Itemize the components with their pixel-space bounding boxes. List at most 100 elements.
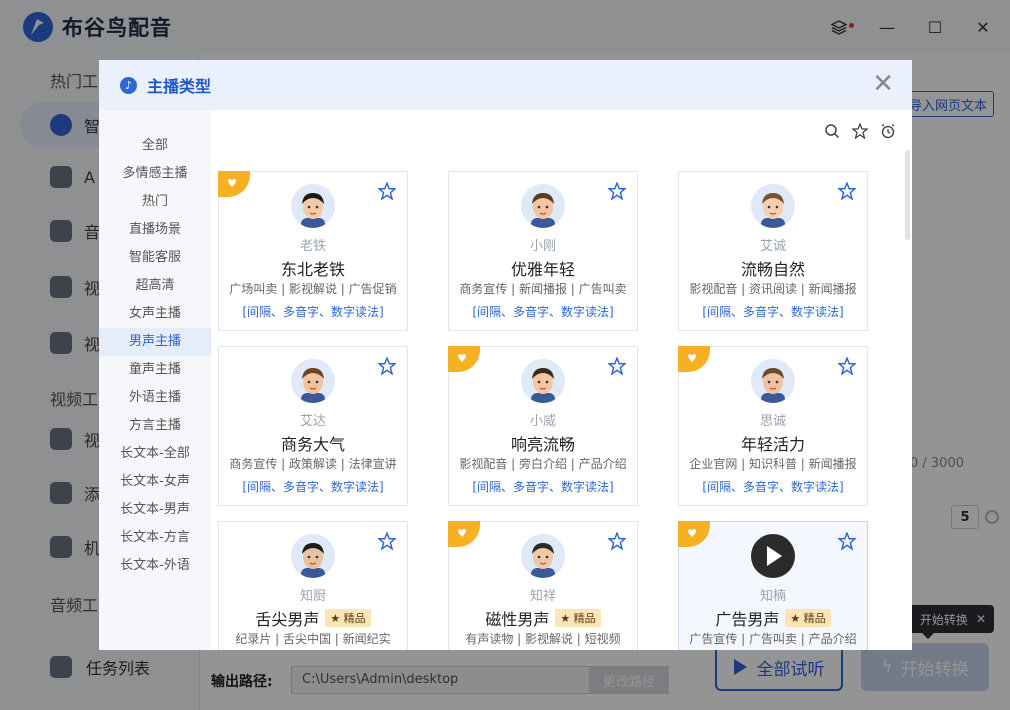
anchor-card[interactable]: ♥ 小威响亮流畅影视配音 | 旁白介绍 | 产品介绍 [间隔、多音字、数字读法] xyxy=(448,346,638,506)
anchor-nickname: 老铁 xyxy=(299,239,326,254)
anchor-tags: 商务宣传 | 政策解读 | 法律宣讲 xyxy=(229,457,397,471)
anchor-card[interactable]: ♥ 老铁东北老铁广场叫卖 | 影视解说 | 广告促销 [间隔、多音字、数字读法] xyxy=(218,171,408,331)
anchor-name-row: 商务大气 xyxy=(219,431,407,455)
favorite-star-icon[interactable] xyxy=(838,532,856,550)
anchor-name: 东北老铁 xyxy=(280,260,345,279)
category-item[interactable]: 长文本-外语 xyxy=(99,552,211,580)
favorite-star-icon[interactable] xyxy=(838,357,856,375)
vip-heart-icon: ♥ xyxy=(678,346,710,372)
vip-heart-icon: ♥ xyxy=(678,521,710,547)
anchor-tags: 企业官网 | 知识科普 | 新闻播报 xyxy=(689,457,857,471)
modal-close-button[interactable]: ✕ xyxy=(872,71,894,97)
search-icon[interactable] xyxy=(824,123,840,139)
modal-header: ♪ 主播类型 ✕ xyxy=(99,60,912,110)
anchor-name-row: 响亮流畅 xyxy=(449,431,637,455)
category-item[interactable]: 童声主播 xyxy=(99,356,211,384)
anchor-tags: 商务宣传 | 新闻播报 | 广告叫卖 xyxy=(459,282,627,296)
modal-title: 主播类型 xyxy=(147,77,212,96)
avatar-playing-icon[interactable] xyxy=(751,534,795,578)
anchor-card[interactable]: ♥知祥磁性男声★ 精品有声读物 | 影视解说 | 短视频[间隔、多音字、数字读法… xyxy=(448,521,638,650)
category-item[interactable]: 长文本-女声 xyxy=(99,468,211,496)
favorite-star-icon[interactable] xyxy=(378,182,396,200)
anchor-name: 商务大气 xyxy=(280,435,345,454)
star-icon[interactable] xyxy=(852,123,868,139)
anchor-tags: 影视配音 | 资讯阅读 | 新闻播报 xyxy=(689,282,857,296)
anchor-nickname: 艾诚 xyxy=(759,239,786,254)
favorite-star-icon[interactable] xyxy=(608,357,626,375)
anchor-nickname: 小威 xyxy=(529,414,556,429)
avatar xyxy=(291,184,335,228)
anchor-type-modal: ♪ 主播类型 ✕ 全部 多情感主播 热门 直播场景 智能客服 超高清 女声主播 … xyxy=(99,60,912,650)
toolbar xyxy=(824,123,896,139)
anchor-nickname: 知祥 xyxy=(529,589,556,604)
category-item[interactable]: 外语主播 xyxy=(99,384,211,412)
anchor-name: 广告男声 xyxy=(715,610,780,629)
vip-heart-icon: ♥ xyxy=(448,346,480,372)
vip-heart-icon: ♥ xyxy=(218,171,250,197)
favorite-star-icon[interactable] xyxy=(378,532,396,550)
anchor-nickname: 艾达 xyxy=(299,414,326,429)
anchor-card[interactable]: ♥ 思诚 年轻活力 企业官网 | 知识科普 | 新闻播报 [间隔、多音字、数字读法] xyxy=(678,346,868,506)
anchor-grid: ♥ 老铁 东北老铁 广场叫卖 | 影视解说 | 广告促销 [间隔、多音字、数字读法] 小刚… xyxy=(211,110,912,650)
premium-badge: ★ 精品 xyxy=(785,609,831,627)
premium-badge: ★ 精品 xyxy=(325,609,371,627)
anchor-features: [间隔、多音字、数字读法] xyxy=(702,480,844,494)
anchor-card[interactable]: 知厨舌尖男声★ 精品纪录片 | 舌尖中国 | 新闻纪实[间隔、多音字、数字读法] xyxy=(218,521,408,650)
category-item[interactable]: 全部 xyxy=(99,132,211,160)
anchor-tags: 有声读物 | 影视解说 | 短视频 xyxy=(465,632,621,646)
anchor-name: 优雅年轻 xyxy=(510,260,575,279)
anchor-features: [间隔、多音字、数字读法] xyxy=(242,305,384,319)
category-item[interactable]: 长文本-方言 xyxy=(99,524,211,552)
category-list: 全部 多情感主播 热门 直播场景 智能客服 超高清 女声主播 男声主播 童声主播… xyxy=(99,110,211,650)
anchor-name: 舌尖男声 xyxy=(255,610,320,629)
category-item[interactable]: 直播场景 xyxy=(99,216,211,244)
anchor-tags: 广场叫卖 | 影视解说 | 广告促销 xyxy=(229,282,397,296)
anchor-features: [间隔、多音字、数字读法] xyxy=(702,305,844,319)
avatar xyxy=(521,534,565,578)
anchor-tags: 广告宣传 | 广告叫卖 | 产品介绍 xyxy=(689,632,857,646)
anchor-card[interactable]: 艾诚流畅自然影视配音 | 资讯阅读 | 新闻播报 [间隔、多音字、数字读法] xyxy=(678,171,868,331)
avatar xyxy=(521,184,565,228)
anchor-name-row: 流畅自然 xyxy=(679,256,867,280)
anchor-nickname: 知厨 xyxy=(299,589,326,604)
anchor-features: [间隔、多音字、数字读法] xyxy=(472,480,614,494)
music-note-icon: ♪ xyxy=(120,76,137,94)
category-item[interactable]: 方言主播 xyxy=(99,412,211,440)
anchor-name: 磁性男声 xyxy=(485,610,550,629)
category-item[interactable]: 多情感主播 xyxy=(99,160,211,188)
anchor-nickname: 知楠 xyxy=(759,589,786,604)
anchor-card[interactable]: ♥知楠广告男声★ 精品广告宣传 | 广告叫卖 | 产品介绍[间隔、多音字、数字读… xyxy=(678,521,868,650)
anchor-name-row: 年轻活力 xyxy=(679,431,867,455)
avatar xyxy=(751,184,795,228)
anchor-name-row: 广告男声 ★ 精品 xyxy=(679,606,867,630)
vip-heart-icon: ♥ xyxy=(448,521,480,547)
category-item-active[interactable]: 男声主播 xyxy=(99,328,211,356)
anchor-tags: 影视配音 | 旁白介绍 | 产品介绍 xyxy=(459,457,627,471)
category-item[interactable]: 长文本-男声 xyxy=(99,496,211,524)
anchor-name: 年轻活力 xyxy=(740,435,805,454)
anchor-name-row: 舌尖男声 ★ 精品 xyxy=(219,606,407,630)
category-item[interactable]: 热门 xyxy=(99,188,211,216)
anchor-features: [间隔、多音字、数字读法] xyxy=(472,305,614,319)
favorite-star-icon[interactable] xyxy=(838,182,856,200)
favorite-star-icon[interactable] xyxy=(608,532,626,550)
avatar xyxy=(751,359,795,403)
favorite-star-icon[interactable] xyxy=(378,357,396,375)
anchor-nickname: 小刚 xyxy=(529,239,556,254)
category-item[interactable]: 智能客服 xyxy=(99,244,211,272)
category-item[interactable]: 超高清 xyxy=(99,272,211,300)
premium-badge: ★ 精品 xyxy=(555,609,601,627)
avatar xyxy=(521,359,565,403)
anchor-name: 流畅自然 xyxy=(740,260,805,279)
avatar xyxy=(291,534,335,578)
scrollbar[interactable] xyxy=(905,150,910,240)
anchor-tags: 纪录片 | 舌尖中国 | 新闻纪实 xyxy=(235,632,391,646)
alarm-icon[interactable] xyxy=(880,123,896,139)
category-item[interactable]: 长文本-全部 xyxy=(99,440,211,468)
anchor-card[interactable]: 艾达 商务大气 商务宣传 | 政策解读 | 法律宣讲 [间隔、多音字、数字读法] xyxy=(218,346,408,506)
anchor-name-row: 东北老铁 xyxy=(219,256,407,280)
anchor-card[interactable]: 小刚优雅年轻商务宣传 | 新闻播报 | 广告叫卖 [间隔、多音字、数字读法] xyxy=(448,171,638,331)
avatar xyxy=(291,359,335,403)
favorite-star-icon[interactable] xyxy=(608,182,626,200)
category-item[interactable]: 女声主播 xyxy=(99,300,211,328)
